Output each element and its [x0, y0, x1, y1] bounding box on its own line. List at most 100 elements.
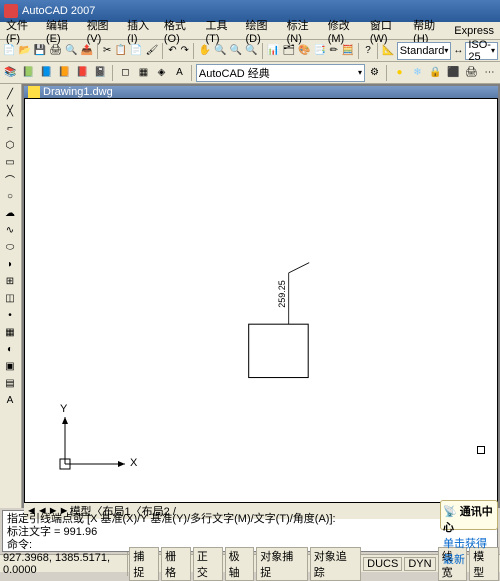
open-icon[interactable]: 📂 — [17, 42, 31, 60]
separator — [97, 43, 99, 59]
layer-on-icon[interactable]: ● — [391, 64, 408, 82]
separator — [162, 43, 164, 59]
snap-toggle[interactable]: 捕捉 — [129, 547, 159, 581]
layer4-icon[interactable]: 📙 — [56, 64, 73, 82]
redo-icon[interactable]: ↷ — [179, 42, 190, 60]
block-icon[interactable]: ◻ — [117, 64, 134, 82]
gradient-icon[interactable]: ◐ — [1, 341, 19, 357]
toolpalette-icon[interactable]: 🎨 — [297, 42, 311, 60]
ducs-toggle[interactable]: DUCS — [363, 557, 402, 571]
print-icon[interactable]: 🖨 — [48, 42, 63, 60]
comm-center-popup[interactable]: 📡 通讯中心 单击获得最新 — [440, 500, 498, 530]
menu-bar: 文件(F) 编辑(E) 视图(V) 插入(I) 格式(O) 工具(T) 绘图(D… — [0, 22, 500, 40]
x-axis-label: X — [130, 457, 137, 469]
match-icon[interactable]: 🖌 — [145, 42, 160, 60]
markup-icon[interactable]: ✏ — [328, 42, 339, 60]
preview-icon[interactable]: 🔍 — [64, 42, 78, 60]
dimension-leader — [289, 263, 310, 273]
hatch2-icon[interactable]: ▦ — [1, 324, 19, 340]
notif-title: 📡 通讯中心 — [443, 503, 495, 535]
calc-icon[interactable]: 🧮 — [340, 42, 354, 60]
dimension-text: 259.25 — [277, 280, 287, 308]
layer2-icon[interactable]: 📗 — [20, 64, 37, 82]
sheetset-icon[interactable]: 📑 — [313, 42, 327, 60]
undo-icon[interactable]: ↶ — [167, 42, 178, 60]
layer6-icon[interactable]: 📓 — [92, 64, 109, 82]
osnap-toggle[interactable]: 对象捕捉 — [256, 547, 307, 581]
circle-icon[interactable]: ○ — [1, 188, 19, 204]
coords-display: 927.3968, 1385.5171, 0.0000 — [0, 552, 128, 576]
makeblock-icon[interactable]: ◫ — [1, 290, 19, 306]
polygon-icon[interactable]: ⬡ — [1, 137, 19, 153]
separator — [193, 43, 195, 59]
zoom-icon[interactable]: 🔍 — [213, 42, 227, 60]
hatch-icon[interactable]: ▦ — [135, 64, 152, 82]
otrack-toggle[interactable]: 对象追踪 — [310, 547, 361, 581]
layer-color-icon[interactable]: ⬛ — [445, 64, 462, 82]
rectangle-shape — [249, 324, 309, 377]
new-icon[interactable]: 📄 — [2, 42, 16, 60]
properties-icon[interactable]: 📊 — [266, 42, 280, 60]
pickbox-cursor — [477, 446, 485, 454]
cmd-line2: 标注文字 = 991.96 — [7, 526, 493, 539]
menu-express[interactable]: Express — [450, 24, 498, 38]
line-icon[interactable]: ╱ — [1, 86, 19, 102]
dim-icon[interactable]: ↔ — [452, 42, 464, 60]
layer5-icon[interactable]: 📕 — [74, 64, 91, 82]
insert-icon[interactable]: ⊞ — [1, 273, 19, 289]
layer-freeze-icon[interactable]: ❄ — [409, 64, 426, 82]
separator — [191, 65, 193, 81]
dimstyle-dropdown[interactable]: Standard▾ — [397, 42, 452, 60]
publish-icon[interactable]: 📤 — [80, 42, 94, 60]
pan-icon[interactable]: ✋ — [198, 42, 212, 60]
ellipsearc-icon[interactable]: ◗ — [1, 256, 19, 272]
polar-toggle[interactable]: 极轴 — [225, 547, 255, 581]
layer-icon[interactable]: 📚 — [2, 64, 19, 82]
mtext-icon[interactable]: A — [1, 392, 19, 408]
pline-icon[interactable]: ⌐ — [1, 120, 19, 136]
ortho-toggle[interactable]: 正交 — [193, 547, 223, 581]
workspace-dropdown[interactable]: AutoCAD 经典▾ — [196, 64, 365, 82]
separator — [386, 65, 388, 81]
drawing-titlebar[interactable]: Drawing1.dwg — [24, 86, 498, 98]
paste-icon[interactable]: 📄 — [129, 42, 143, 60]
drawing-area: Drawing1.dwg 259.25 X Y — [24, 86, 498, 506]
layers-toolbar: 📚 📗 📘 📙 📕 📓 ◻ ▦ ◈ A AutoCAD 经典▾ ⚙ ● ❄ 🔒 … — [0, 62, 500, 84]
ellipse-icon[interactable]: ⬭ — [1, 239, 19, 255]
help-icon[interactable]: ? — [362, 42, 373, 60]
ucs-icon: X Y — [45, 409, 135, 482]
separator — [358, 43, 360, 59]
dimscale-dropdown[interactable]: ISO-25▾ — [465, 42, 498, 60]
status-bar: 927.3968, 1385.5171, 0.0000 捕捉 栅格 正交 极轴 … — [0, 554, 500, 572]
dimstyle-icon[interactable]: 📐 — [381, 42, 395, 60]
spline-icon[interactable]: ∿ — [1, 222, 19, 238]
ws-settings-icon[interactable]: ⚙ — [366, 64, 383, 82]
text2-icon[interactable]: A — [171, 64, 188, 82]
grid-toggle[interactable]: 栅格 — [161, 547, 191, 581]
draw-toolbar: ╱ ╳ ⌐ ⬡ ▭ ⌒ ○ ☁ ∿ ⬭ ◗ ⊞ ◫ • ▦ ◐ ▣ ▤ A — [0, 84, 22, 508]
rectangle-icon[interactable]: ▭ — [1, 154, 19, 170]
drawing-canvas[interactable]: 259.25 X Y — [24, 98, 498, 503]
layer-plot-icon[interactable]: 🖨 — [463, 64, 480, 82]
point-icon[interactable]: • — [1, 307, 19, 323]
revcloud-icon[interactable]: ☁ — [1, 205, 19, 221]
region2-icon[interactable]: ▣ — [1, 358, 19, 374]
layer3-icon[interactable]: 📘 — [38, 64, 55, 82]
zoom-prev-icon[interactable]: 🔍 — [244, 42, 258, 60]
xline-icon[interactable]: ╳ — [1, 103, 19, 119]
cut-icon[interactable]: ✂ — [102, 42, 113, 60]
zoom-window-icon[interactable]: 🔍 — [229, 42, 243, 60]
separator — [377, 43, 379, 59]
table-icon[interactable]: ▤ — [1, 375, 19, 391]
designcenter-icon[interactable]: 🗂 — [282, 42, 297, 60]
arc-icon[interactable]: ⌒ — [1, 171, 19, 187]
drawing-icon — [28, 86, 40, 98]
layer-lock-icon[interactable]: 🔒 — [427, 64, 444, 82]
notif-link[interactable]: 单击获得最新 — [443, 535, 495, 567]
save-icon[interactable]: 💾 — [33, 42, 47, 60]
region-icon[interactable]: ◈ — [153, 64, 170, 82]
separator — [112, 65, 114, 81]
layer-more-icon[interactable]: ⋯ — [481, 64, 498, 82]
copy-icon[interactable]: 📋 — [114, 42, 128, 60]
dyn-toggle[interactable]: DYN — [404, 557, 435, 571]
